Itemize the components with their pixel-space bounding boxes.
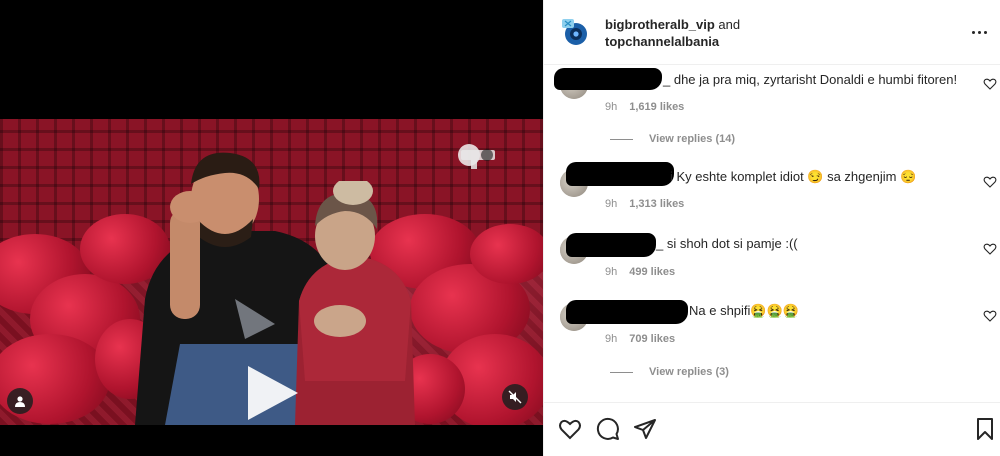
- woman-figure: [295, 181, 415, 425]
- author-avatar[interactable]: [560, 17, 592, 49]
- channel-logo: [458, 144, 495, 169]
- heart-icon[interactable]: [558, 417, 582, 441]
- like-comment-heart-icon[interactable]: [983, 309, 997, 323]
- author-link-1[interactable]: bigbrotheralb_vip: [605, 17, 715, 32]
- authors-joiner: and: [718, 17, 741, 32]
- comment-likes[interactable]: 1,313 likes: [629, 198, 684, 210]
- like-comment-heart-icon[interactable]: [983, 175, 997, 189]
- like-comment-heart-icon[interactable]: [983, 77, 997, 91]
- comment-text: _ si shoh dot si pamje :((: [656, 236, 798, 251]
- post-header: bigbrotheralb_vip and topchannelalbania: [544, 0, 1000, 65]
- comment-icon[interactable]: [596, 417, 620, 441]
- comment-likes[interactable]: 709 likes: [629, 333, 675, 345]
- comment-text: Na e shpifi🤮🤮🤮: [689, 303, 799, 318]
- redacted-username: [566, 162, 674, 186]
- muted-speaker-icon[interactable]: [502, 384, 528, 410]
- comment-time: 9h: [605, 333, 618, 345]
- user-tag-icon[interactable]: [7, 388, 33, 414]
- view-replies-label: View replies (14): [649, 133, 736, 145]
- comment-meta: 9h 1,619 likes: [605, 101, 684, 113]
- comment-likes[interactable]: 1,619 likes: [629, 101, 684, 113]
- comment-meta: 9h 709 likes: [605, 333, 675, 345]
- redacted-username: [554, 68, 662, 90]
- bookmark-icon[interactable]: [973, 417, 997, 441]
- person-icon: [15, 396, 25, 407]
- replies-divider: [610, 138, 633, 140]
- comment-meta: 9h 1,313 likes: [605, 198, 684, 210]
- author-link-2[interactable]: topchannelalbania: [605, 34, 719, 49]
- comment-time: 9h: [605, 101, 618, 113]
- view-replies-button[interactable]: View replies (14): [610, 133, 735, 145]
- comment-meta: 9h 499 likes: [605, 266, 675, 278]
- comment-text: _ dhe ja pra miq, zyrtarisht Donaldi e h…: [663, 72, 958, 87]
- post-actions-bar: [544, 402, 1000, 456]
- comment-list[interactable]: _ dhe ja pra miq, zyrtarisht Donaldi e h…: [544, 65, 1000, 402]
- comment-time: 9h: [605, 266, 618, 278]
- comment-likes[interactable]: 499 likes: [629, 266, 675, 278]
- view-replies-button[interactable]: View replies (3): [610, 366, 729, 378]
- play-icon[interactable]: [240, 362, 302, 424]
- post-authors: bigbrotheralb_vip and topchannelalbania: [605, 16, 740, 50]
- replies-divider: [610, 371, 633, 373]
- comment-time: 9h: [605, 198, 618, 210]
- speaker-off-icon: [508, 390, 522, 404]
- more-options-icon[interactable]: [967, 22, 991, 42]
- view-replies-label: View replies (3): [649, 366, 729, 378]
- post-media: [0, 0, 543, 456]
- like-comment-heart-icon[interactable]: [983, 242, 997, 256]
- comment-text: i Ky eshte komplet idiot 😏 sa zhgenjim 😔: [670, 169, 917, 184]
- redacted-username: [566, 300, 688, 324]
- paper-plane-icon[interactable]: [633, 417, 657, 441]
- redacted-username: [566, 233, 656, 257]
- video-player[interactable]: [0, 119, 543, 425]
- post-side-panel: bigbrotheralb_vip and topchannelalbania …: [543, 0, 1000, 456]
